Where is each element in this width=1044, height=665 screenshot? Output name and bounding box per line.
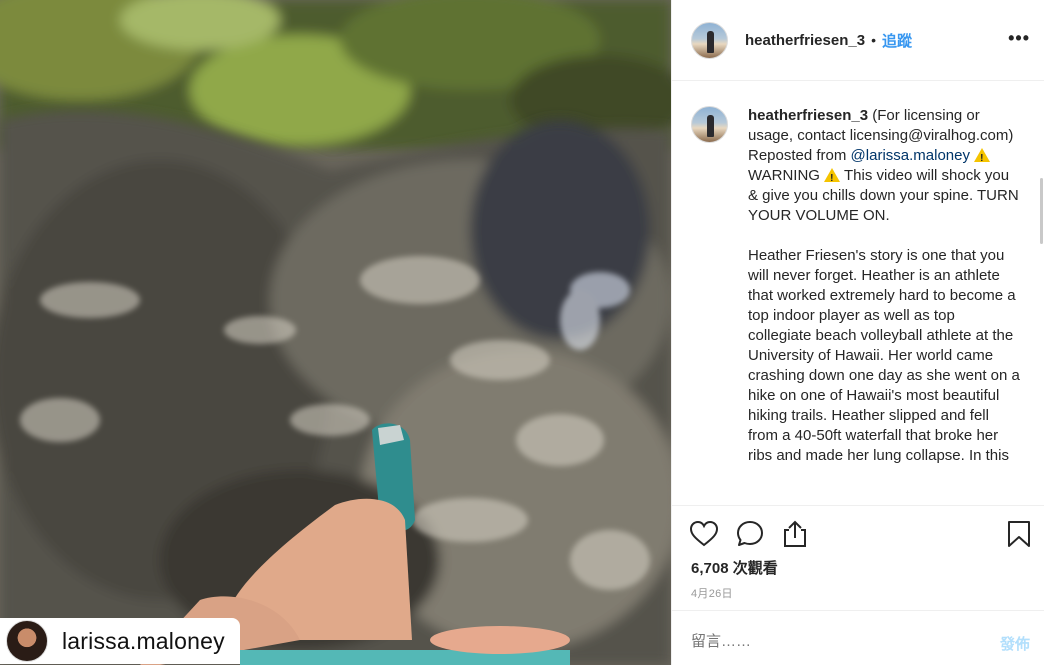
- caption-paragraph-2: Heather Friesen's story is one that you …: [748, 247, 1020, 464]
- post-side-panel: heatherfriesen_3 • 追蹤 ••• heatherfriesen…: [671, 0, 1044, 665]
- post-actions: 6,708 次觀看 4月26日: [672, 505, 1044, 610]
- repost-username: larissa.maloney: [62, 627, 225, 654]
- post-header: heatherfriesen_3 • 追蹤 •••: [672, 0, 1044, 81]
- post-video[interactable]: larissa.maloney: [0, 0, 671, 665]
- instagram-post-modal: larissa.maloney heatherfriesen_3 • 追蹤 ••…: [0, 0, 1044, 665]
- warning-icon: [974, 148, 991, 169]
- view-count[interactable]: 6,708 次觀看: [691, 557, 778, 578]
- caption-author-avatar[interactable]: [691, 106, 728, 143]
- post-comment-button[interactable]: 發佈: [1000, 633, 1030, 654]
- caption-area[interactable]: heatherfriesen_3 (For licensing or usage…: [672, 82, 1044, 505]
- repost-credit-tag: larissa.maloney: [0, 618, 240, 664]
- more-options-icon[interactable]: •••: [1008, 28, 1030, 49]
- video-frame: [0, 0, 671, 665]
- follow-button[interactable]: 追蹤: [882, 30, 912, 51]
- caption-text: heatherfriesen_3 (For licensing or usage…: [748, 106, 1020, 466]
- separator-dot: •: [871, 32, 876, 48]
- scrollbar-thumb[interactable]: [1040, 178, 1043, 244]
- author-username[interactable]: heatherfriesen_3: [745, 32, 865, 49]
- caption-username[interactable]: heatherfriesen_3: [748, 107, 868, 124]
- comment-box: 發佈: [672, 610, 1044, 665]
- caption-warning-1: WARNING: [748, 167, 825, 184]
- repost-avatar: [6, 620, 48, 662]
- warning-icon: [824, 168, 841, 189]
- author-avatar[interactable]: [691, 21, 728, 59]
- share-icon[interactable]: [780, 519, 810, 549]
- heart-icon[interactable]: [689, 519, 719, 549]
- bookmark-icon[interactable]: [1004, 519, 1034, 549]
- comment-icon[interactable]: [735, 519, 765, 549]
- caption-mention[interactable]: @larissa.maloney: [851, 147, 970, 164]
- comment-input[interactable]: [691, 633, 951, 650]
- post-date[interactable]: 4月26日: [691, 585, 733, 601]
